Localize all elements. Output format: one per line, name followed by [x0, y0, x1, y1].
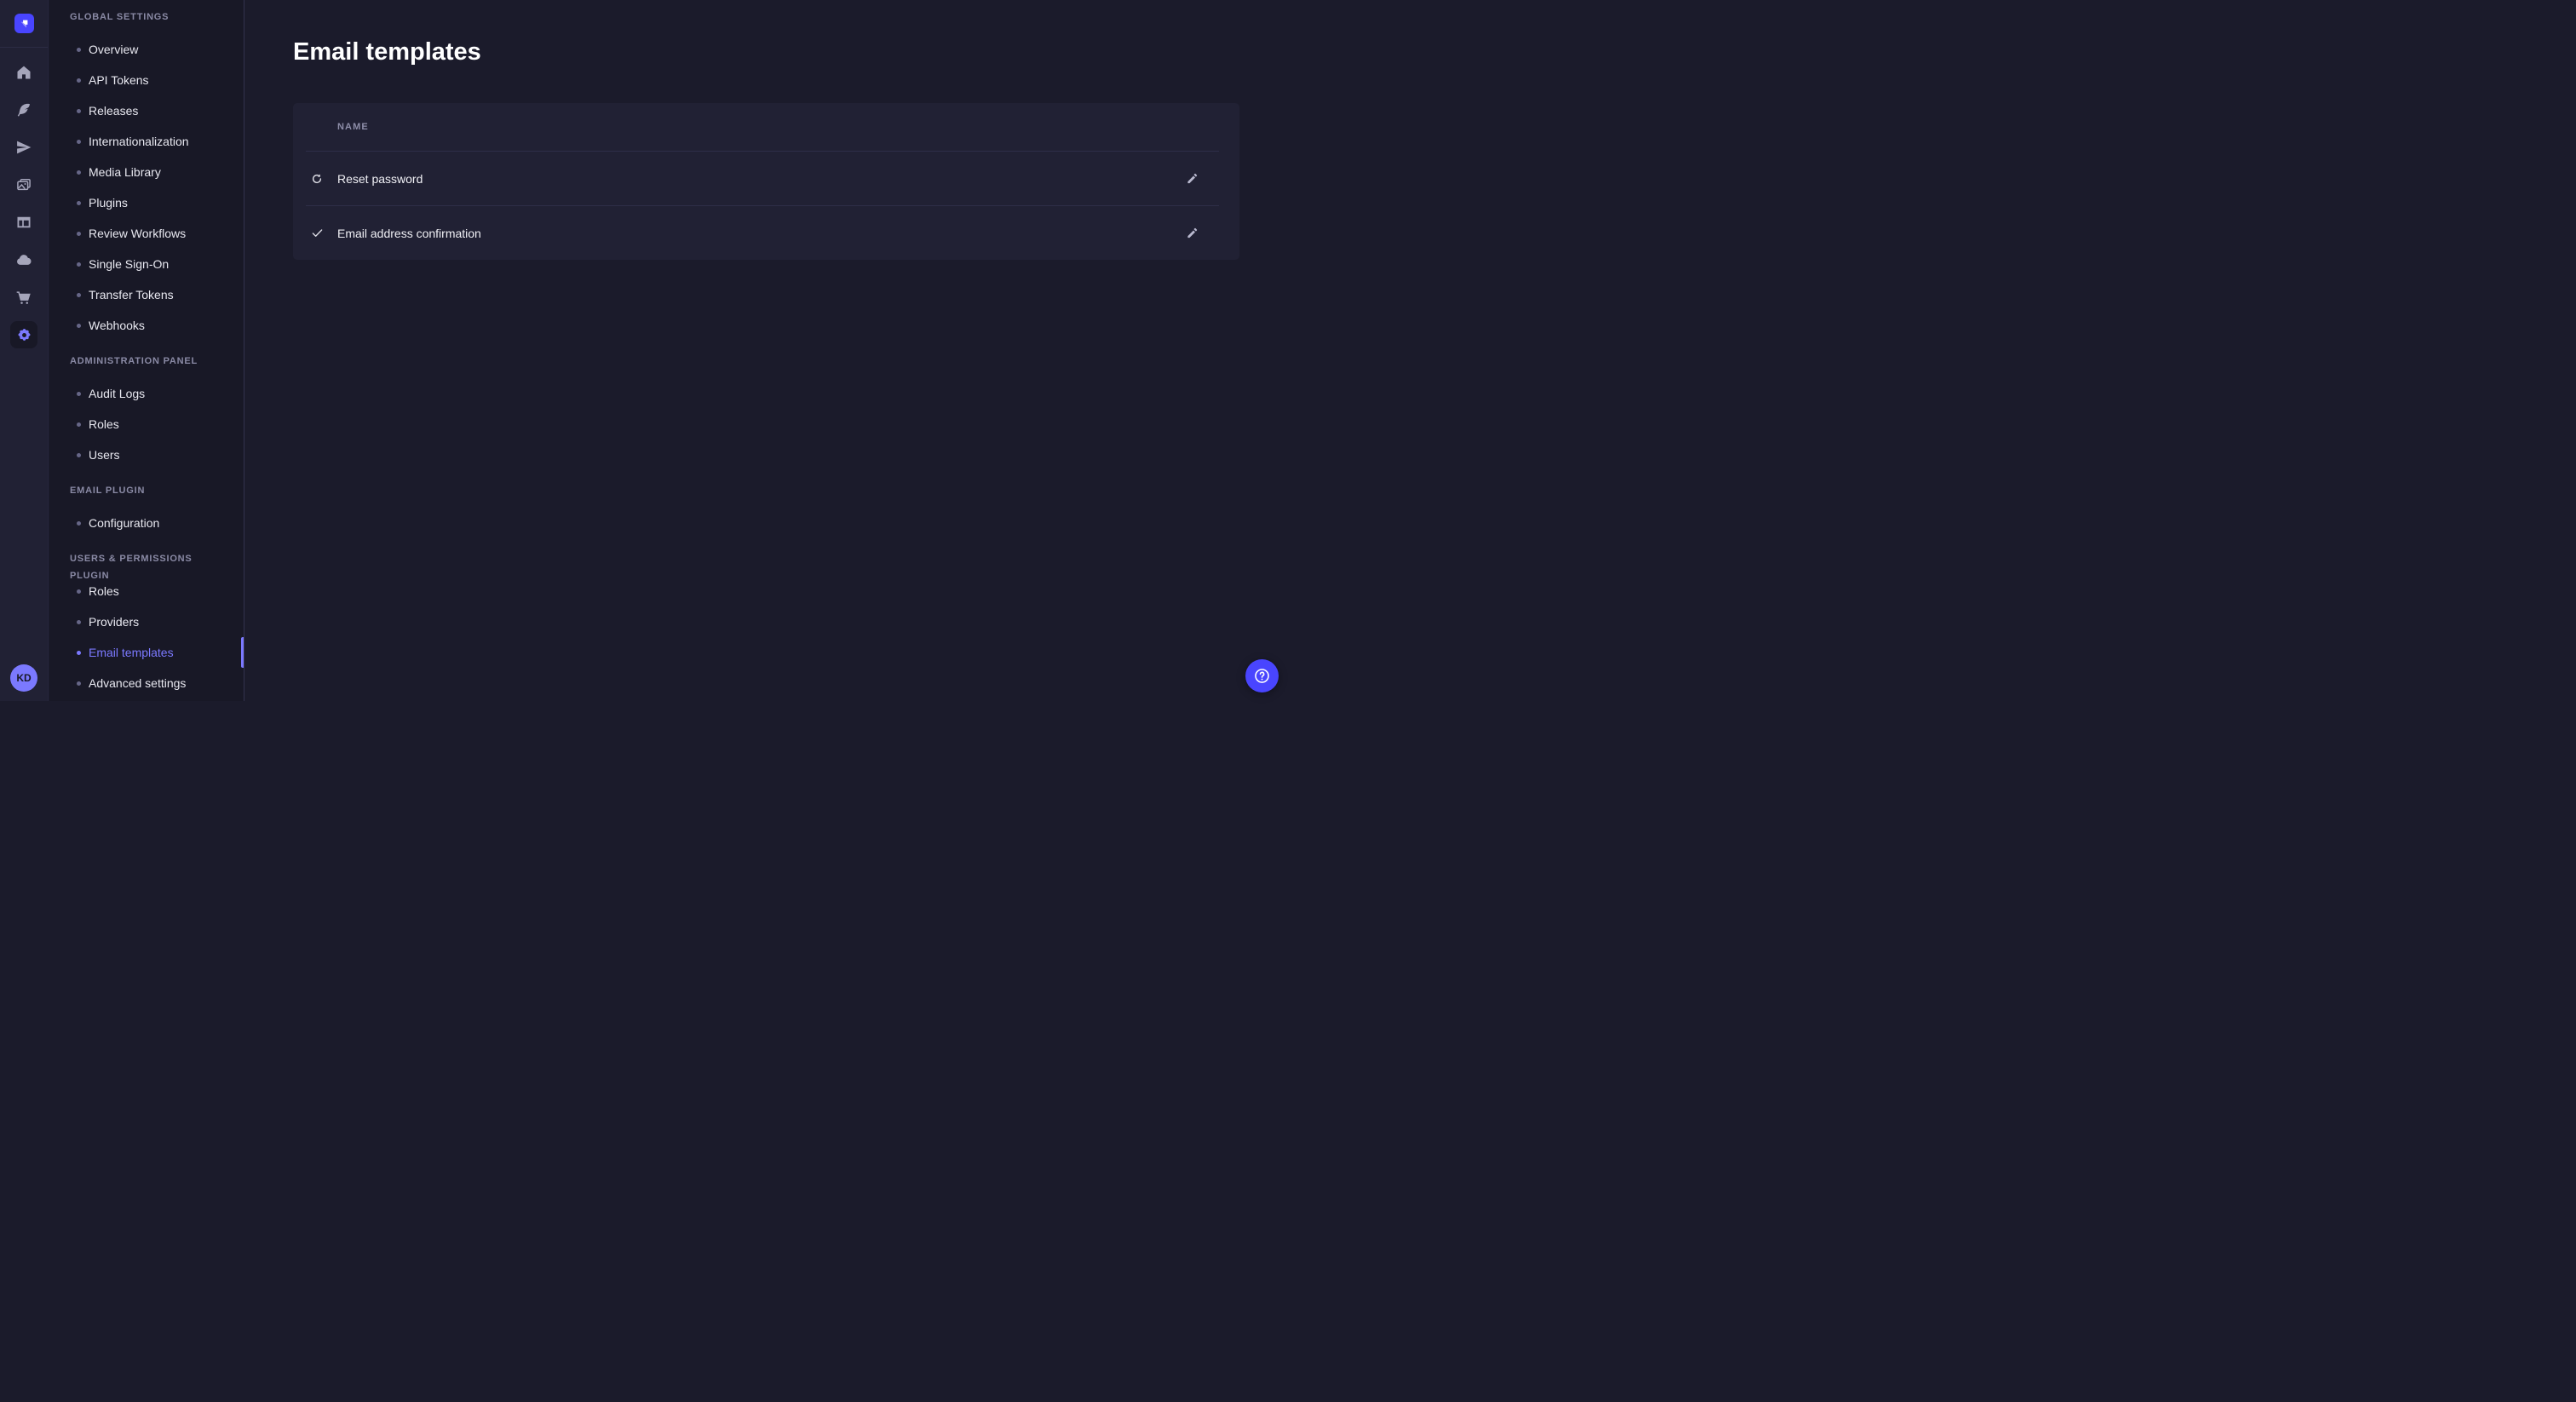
bullet-icon: [77, 651, 81, 655]
cloud-icon-glyph: [10, 246, 37, 273]
section-title: USERS & PERMISSIONS PLUGIN: [49, 550, 244, 567]
page-title: Email templates: [293, 36, 1239, 68]
feather-icon[interactable]: [5, 91, 43, 129]
sidebar-item-api-tokens[interactable]: API Tokens: [49, 65, 244, 95]
main-content: Email templates NAME Reset password: [244, 0, 1288, 701]
cloud-icon[interactable]: [5, 241, 43, 279]
refresh-icon: [307, 173, 327, 185]
paper-plane-icon[interactable]: [5, 129, 43, 166]
gear-icon-glyph: [10, 321, 37, 348]
bullet-icon: [77, 521, 81, 526]
sidebar-item-overview[interactable]: Overview: [49, 34, 244, 65]
bullet-icon: [77, 620, 81, 624]
edit-button[interactable]: [1178, 165, 1205, 192]
sidebar-item-advanced-settings[interactable]: Advanced settings: [49, 668, 244, 698]
home-icon[interactable]: [5, 54, 43, 91]
column-header-name: NAME: [337, 122, 369, 132]
icon-sidebar: KD: [0, 0, 49, 701]
media-library-icon-glyph: [10, 171, 37, 198]
question-mark-icon: [1253, 667, 1271, 685]
section-global-settings: GLOBAL SETTINGS Overview API Tokens Rele…: [49, 9, 244, 341]
bullet-icon: [77, 262, 81, 267]
help-button[interactable]: [1245, 659, 1279, 692]
email-templates-table: NAME Reset password: [293, 103, 1239, 260]
sidebar-item-up-roles[interactable]: Roles: [49, 576, 244, 606]
sidebar-item-transfer-tokens[interactable]: Transfer Tokens: [49, 279, 244, 310]
sidebar-item-internationalization[interactable]: Internationalization: [49, 126, 244, 157]
pencil-icon: [1186, 172, 1199, 185]
bullet-icon: [77, 78, 81, 83]
bullet-icon: [77, 201, 81, 205]
section-email-plugin: EMAIL PLUGIN Configuration: [49, 482, 244, 538]
bullet-icon: [77, 392, 81, 396]
table-row-reset-password[interactable]: Reset password: [293, 152, 1239, 205]
template-name: Reset password: [337, 172, 1178, 186]
layout-icon[interactable]: [5, 204, 43, 241]
sidebar-item-admin-roles[interactable]: Roles: [49, 409, 244, 440]
bullet-icon: [77, 140, 81, 144]
section-title: GLOBAL SETTINGS: [49, 9, 244, 26]
bullet-icon: [77, 324, 81, 328]
logo-container: [0, 0, 48, 48]
section-title: ADMINISTRATION PANEL: [49, 353, 244, 370]
paper-plane-icon-glyph: [10, 134, 37, 161]
sidebar-item-media-library[interactable]: Media Library: [49, 157, 244, 187]
gear-icon[interactable]: [5, 316, 43, 353]
media-library-icon[interactable]: [5, 166, 43, 204]
sidebar-item-plugins[interactable]: Plugins: [49, 187, 244, 218]
table-header-row: NAME: [293, 103, 1239, 151]
bullet-icon: [77, 293, 81, 297]
strapi-logo-icon[interactable]: [14, 14, 34, 33]
settings-subnav: GLOBAL SETTINGS Overview API Tokens Rele…: [49, 0, 244, 701]
sidebar-item-webhooks[interactable]: Webhooks: [49, 310, 244, 341]
edit-button[interactable]: [1178, 220, 1205, 247]
bullet-icon: [77, 48, 81, 52]
sidebar-item-single-sign-on[interactable]: Single Sign-On: [49, 249, 244, 279]
sidebar-item-releases[interactable]: Releases: [49, 95, 244, 126]
sidebar-item-configuration[interactable]: Configuration: [49, 508, 244, 538]
section-administration-panel: ADMINISTRATION PANEL Audit Logs Roles Us…: [49, 353, 244, 470]
template-name: Email address confirmation: [337, 227, 1178, 240]
bullet-icon: [77, 589, 81, 594]
sidebar-item-providers[interactable]: Providers: [49, 606, 244, 637]
cart-icon[interactable]: [5, 279, 43, 316]
sidebar-item-email-templates[interactable]: Email templates: [49, 637, 244, 668]
feather-icon-glyph: [10, 96, 37, 124]
bullet-icon: [77, 109, 81, 113]
bullet-icon: [77, 232, 81, 236]
sidebar-item-review-workflows[interactable]: Review Workflows: [49, 218, 244, 249]
avatar[interactable]: KD: [10, 664, 37, 692]
table-row-email-address-confirmation[interactable]: Email address confirmation: [293, 206, 1239, 260]
cart-icon-glyph: [10, 284, 37, 311]
bullet-icon: [77, 681, 81, 686]
sidebar-item-admin-users[interactable]: Users: [49, 440, 244, 470]
section-users-permissions-plugin: USERS & PERMISSIONS PLUGIN Roles Provide…: [49, 550, 244, 698]
layout-icon-glyph: [10, 209, 37, 236]
bullet-icon: [77, 170, 81, 175]
rail-icon-list: [0, 48, 48, 353]
section-title: EMAIL PLUGIN: [49, 482, 244, 499]
bullet-icon: [77, 453, 81, 457]
bullet-icon: [77, 422, 81, 427]
pencil-icon: [1186, 227, 1199, 239]
sidebar-item-audit-logs[interactable]: Audit Logs: [49, 378, 244, 409]
home-icon-glyph: [10, 59, 37, 86]
check-icon: [307, 227, 327, 239]
